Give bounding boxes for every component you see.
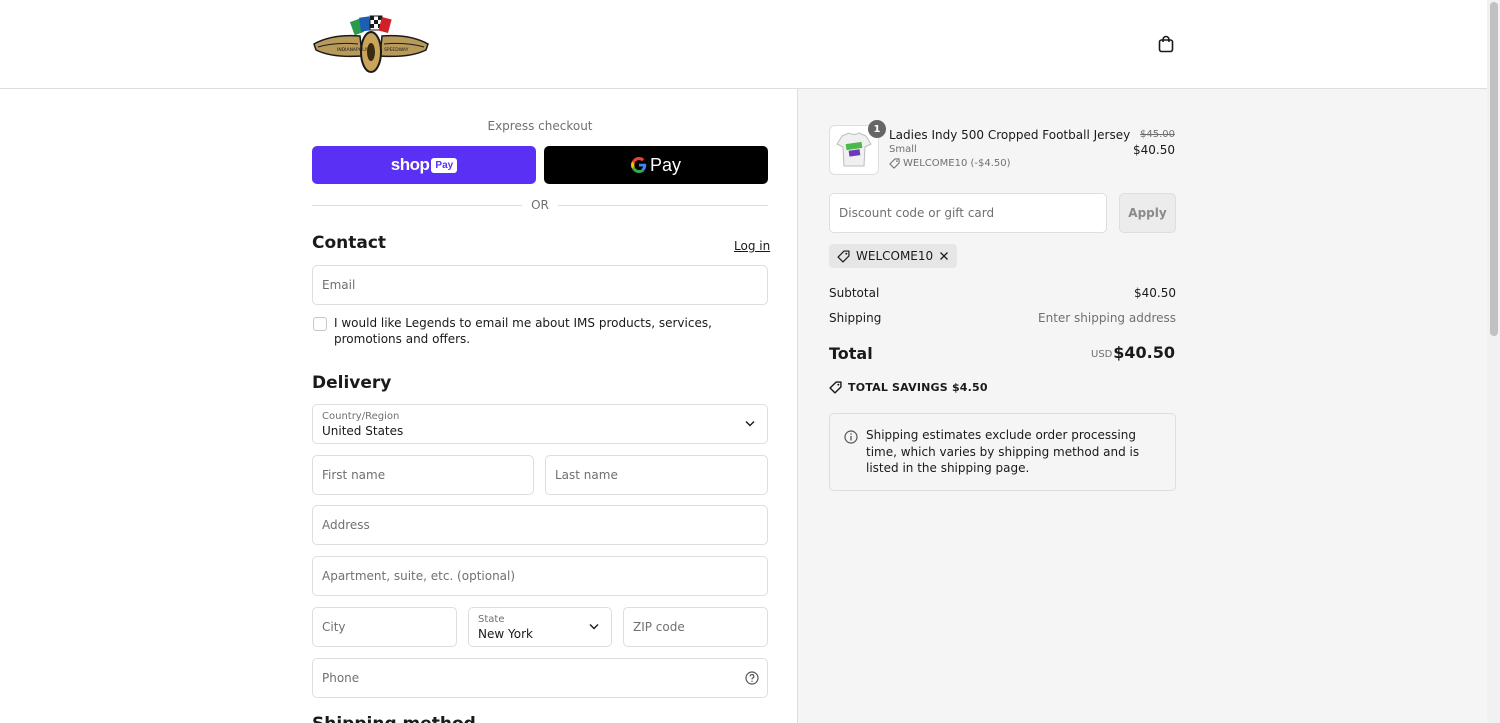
remove-code-button[interactable] (939, 251, 949, 261)
shipping-label: Shipping (829, 311, 882, 325)
total-amount: $40.50 (1113, 343, 1175, 362)
or-text: OR (531, 198, 549, 212)
country-select[interactable]: Country/Region United States (312, 404, 768, 444)
checkout-form: Express checkout shop Pay Pay OR Contact… (0, 89, 797, 723)
close-icon (940, 252, 949, 260)
product-discount: WELCOME10 (-$4.50) (889, 158, 1011, 169)
quantity-badge: 1 (868, 120, 886, 138)
cart-button[interactable] (1155, 33, 1177, 55)
country-value: United States (322, 424, 404, 438)
first-name-field[interactable]: First name (312, 455, 534, 495)
zip-code-field[interactable]: ZIP code (623, 607, 768, 647)
total-currency: USD (1091, 349, 1113, 360)
apply-discount-button[interactable]: Apply (1119, 193, 1176, 233)
logo-text-left: INDIANAPOLIS (337, 47, 369, 53)
info-icon (844, 430, 858, 444)
shipping-notice-text: Shipping estimates exclude order process… (866, 428, 1140, 475)
last-name-field[interactable]: Last name (545, 455, 768, 495)
phone-placeholder: Phone (322, 671, 360, 685)
contact-title: Contact (312, 233, 387, 253)
ims-logo[interactable]: INDIANAPOLIS SPEEDWAY (312, 14, 430, 74)
tag-icon (889, 158, 900, 169)
phone-field[interactable]: Phone (312, 658, 768, 698)
delivery-title: Delivery (312, 373, 392, 393)
state-value: New York (478, 627, 533, 641)
shopping-bag-icon (1158, 35, 1174, 53)
country-label: Country/Region (322, 411, 400, 422)
product-name: Ladies Indy 500 Cropped Football Jersey (889, 128, 1131, 142)
page-scrollbar[interactable] (1487, 0, 1500, 723)
subtotal-value: $40.50 (1134, 286, 1176, 300)
total-savings: TOTAL SAVINGS $4.50 (829, 381, 988, 394)
subtotal-row: Subtotal $40.50 (829, 286, 1176, 300)
address-field[interactable]: Address (312, 505, 768, 545)
original-price: $45.00 (1140, 129, 1175, 140)
help-circle-icon[interactable] (745, 671, 759, 685)
total-savings-text: TOTAL SAVINGS $4.50 (848, 381, 988, 394)
shop-pay-badge: Pay (431, 157, 458, 173)
tag-icon (837, 249, 850, 263)
shop-pay-word: shop (390, 155, 430, 174)
google-pay-label: Pay (649, 154, 682, 175)
subtotal-label: Subtotal (829, 286, 880, 300)
applied-code-text: WELCOME10 (856, 249, 934, 263)
shipping-method-title: Shipping method (312, 714, 476, 723)
apartment-field[interactable]: Apartment, suite, etc. (optional) (312, 556, 768, 596)
state-label: State (478, 614, 505, 625)
order-summary: 1 Ladies Indy 500 Cropped Football Jerse… (797, 89, 1487, 723)
logo-text-right: SPEEDWAY (384, 47, 409, 53)
total-label: Total (829, 344, 873, 363)
google-pay-button[interactable]: Pay (544, 146, 768, 184)
discounted-price: $40.50 (1133, 143, 1175, 157)
tag-icon (829, 381, 842, 394)
shop-pay-button[interactable]: shop Pay (312, 146, 536, 184)
google-g-icon (630, 157, 647, 173)
shipping-value: Enter shipping address (1038, 311, 1176, 325)
chevron-down-icon (745, 421, 755, 427)
discount-code-input[interactable]: Discount code or gift card (829, 193, 1107, 233)
log-in-link[interactable]: Log in (734, 239, 770, 253)
applied-code-chip: WELCOME10 (829, 244, 958, 268)
shipping-row: Shipping Enter shipping address (829, 311, 1176, 325)
shipping-notice: Shipping estimates exclude order process… (829, 413, 1176, 491)
chevron-down-icon (589, 624, 599, 630)
product-variant: Small (889, 144, 917, 155)
newsletter-label: I would like Legends to email me about I… (334, 316, 712, 346)
email-field[interactable]: Email (312, 265, 768, 305)
city-field[interactable]: City (312, 607, 457, 647)
or-divider: OR (312, 197, 768, 213)
express-checkout-title: Express checkout (487, 119, 593, 133)
state-select[interactable]: State New York (468, 607, 612, 647)
product-discount-text: WELCOME10 (-$4.50) (903, 158, 1011, 169)
scrollbar-thumb[interactable] (1490, 2, 1498, 336)
site-header: INDIANAPOLIS SPEEDWAY (0, 0, 1487, 89)
newsletter-checkbox[interactable] (313, 317, 327, 331)
